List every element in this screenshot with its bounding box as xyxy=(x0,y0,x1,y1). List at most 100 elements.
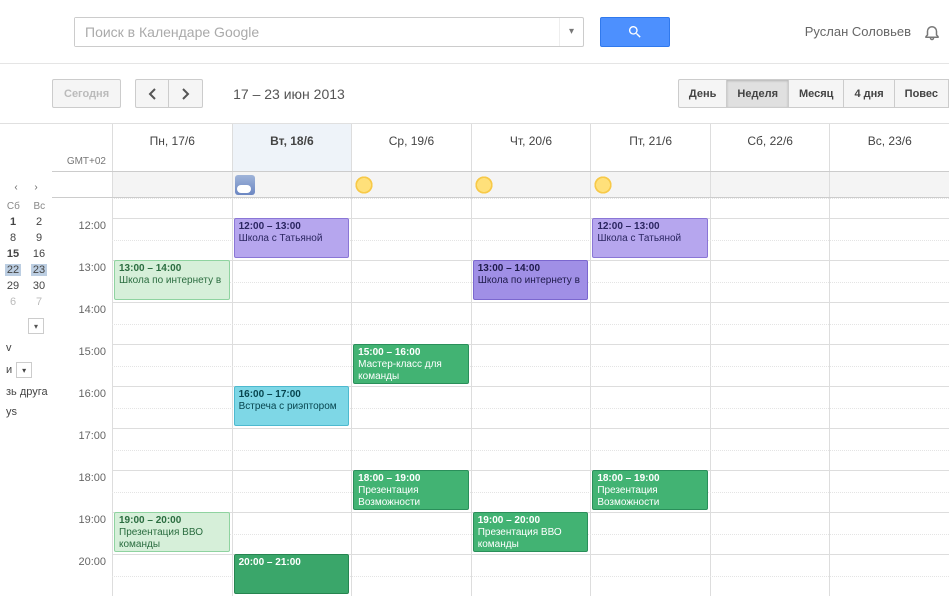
mini-cal-day[interactable]: 23 xyxy=(31,264,47,276)
mini-cal-day[interactable]: 29 xyxy=(5,280,21,292)
grid-cell[interactable] xyxy=(471,345,591,386)
grid-cell[interactable] xyxy=(112,471,232,512)
grid-cell[interactable] xyxy=(710,555,830,596)
grid-cell[interactable] xyxy=(710,198,830,218)
grid-cell[interactable] xyxy=(351,219,471,260)
grid-cell[interactable] xyxy=(829,219,949,260)
view-agenda[interactable]: Повес xyxy=(895,79,949,108)
grid-cell[interactable] xyxy=(351,261,471,302)
grid-cell[interactable] xyxy=(829,198,949,218)
allday-cell[interactable] xyxy=(471,172,591,197)
search-dropdown-toggle[interactable]: ▾ xyxy=(559,18,583,46)
prev-button[interactable] xyxy=(135,79,169,108)
mini-cal-day[interactable]: 1 xyxy=(5,216,21,228)
grid-cell[interactable] xyxy=(590,429,710,470)
side-item-2[interactable]: и xyxy=(6,364,12,376)
grid-cell[interactable] xyxy=(710,345,830,386)
calendar-event[interactable]: 12:00 – 13:00Школа с Татьяной xyxy=(234,218,350,258)
day-header-cell[interactable]: Ср, 19/6 xyxy=(351,124,471,171)
day-header-cell[interactable]: Вт, 18/6 xyxy=(232,124,352,171)
allday-cell[interactable] xyxy=(112,172,232,197)
side-item-1[interactable]: v xyxy=(6,342,12,354)
grid-cell[interactable] xyxy=(112,219,232,260)
mini-cal-day[interactable]: 7 xyxy=(31,296,47,308)
search-input[interactable] xyxy=(75,18,559,46)
calendar-event[interactable]: 19:00 – 20:00Презентация ВВО команды xyxy=(473,512,589,552)
grid-cell[interactable] xyxy=(232,303,352,344)
grid-cell[interactable] xyxy=(471,555,591,596)
grid-cell[interactable] xyxy=(232,471,352,512)
grid-cell[interactable] xyxy=(471,429,591,470)
grid-cell[interactable] xyxy=(351,513,471,554)
grid-cell[interactable] xyxy=(112,198,232,218)
grid-cell[interactable] xyxy=(351,198,471,218)
grid-cell[interactable] xyxy=(590,513,710,554)
next-button[interactable] xyxy=(169,79,203,108)
today-button[interactable]: Сегодня xyxy=(52,79,121,108)
grid-cell[interactable] xyxy=(112,345,232,386)
grid-cell[interactable] xyxy=(351,555,471,596)
allday-cell[interactable] xyxy=(232,172,352,197)
grid-cell[interactable] xyxy=(710,513,830,554)
allday-cell[interactable] xyxy=(829,172,949,197)
calendar-event[interactable]: 13:00 – 14:00Школа по интернету в xyxy=(473,260,589,300)
allday-cell[interactable] xyxy=(351,172,471,197)
calendar-event[interactable]: 13:00 – 14:00Школа по интернету в xyxy=(114,260,230,300)
side-item-3[interactable]: зь друга xyxy=(6,386,48,398)
grid-cell[interactable] xyxy=(829,261,949,302)
mini-cal-day[interactable]: 6 xyxy=(5,296,21,308)
grid-cell[interactable] xyxy=(112,555,232,596)
grid-cell[interactable] xyxy=(112,429,232,470)
grid-cell[interactable] xyxy=(232,198,352,218)
mini-cal-day[interactable]: 16 xyxy=(31,248,47,260)
grid-cell[interactable] xyxy=(829,387,949,428)
grid-cell[interactable] xyxy=(232,345,352,386)
search-box[interactable]: ▾ xyxy=(74,17,584,47)
calendar-list-dropdown[interactable]: ▾ xyxy=(28,318,44,334)
grid-cell[interactable] xyxy=(590,555,710,596)
grid-cell[interactable] xyxy=(590,198,710,218)
grid-cell[interactable] xyxy=(829,471,949,512)
mini-cal-day[interactable]: 9 xyxy=(31,232,47,244)
calendar-event[interactable]: 20:00 – 21:00 xyxy=(234,554,350,594)
calendar-event[interactable]: 18:00 – 19:00Презентация Возможности xyxy=(353,470,469,510)
day-header-cell[interactable]: Вс, 23/6 xyxy=(829,124,949,171)
day-header-cell[interactable]: Чт, 20/6 xyxy=(471,124,591,171)
grid-cell[interactable] xyxy=(232,261,352,302)
grid-cell[interactable] xyxy=(710,429,830,470)
grid-cell[interactable] xyxy=(112,303,232,344)
grid-cell[interactable] xyxy=(351,303,471,344)
grid-cell[interactable] xyxy=(471,198,591,218)
calendar-event[interactable]: 18:00 – 19:00Презентация Возможности xyxy=(592,470,708,510)
view-day[interactable]: День xyxy=(678,79,728,108)
mini-cal-next[interactable]: › xyxy=(34,182,37,193)
grid-cell[interactable] xyxy=(471,471,591,512)
mini-cal-prev[interactable]: ‹ xyxy=(14,182,17,193)
grid-cell[interactable] xyxy=(112,387,232,428)
grid-cell[interactable] xyxy=(590,387,710,428)
day-header-cell[interactable]: Пт, 21/6 xyxy=(590,124,710,171)
mini-cal-day[interactable]: 8 xyxy=(5,232,21,244)
mini-cal-day[interactable]: 2 xyxy=(31,216,47,228)
grid-cell[interactable] xyxy=(829,513,949,554)
calendar-event[interactable]: 15:00 – 16:00Мастер-класс для команды xyxy=(353,344,469,384)
grid-cell[interactable] xyxy=(710,261,830,302)
grid-cell[interactable] xyxy=(351,429,471,470)
search-button[interactable] xyxy=(600,17,670,47)
side-item-4[interactable]: ys xyxy=(6,406,17,418)
grid-cell[interactable] xyxy=(471,387,591,428)
view-week[interactable]: Неделя xyxy=(727,79,789,108)
allday-cell[interactable] xyxy=(710,172,830,197)
grid-cell[interactable] xyxy=(829,345,949,386)
grid-cell[interactable] xyxy=(829,303,949,344)
grid-cell[interactable] xyxy=(351,387,471,428)
day-header-cell[interactable]: Пн, 17/6 xyxy=(112,124,232,171)
grid-cell[interactable] xyxy=(829,555,949,596)
mini-cal-day[interactable]: 30 xyxy=(31,280,47,292)
grid-cell[interactable] xyxy=(829,429,949,470)
calendar-event[interactable]: 16:00 – 17:00Встреча с риэптором xyxy=(234,386,350,426)
calendar-event[interactable]: 19:00 – 20:00Презентация ВВО команды xyxy=(114,512,230,552)
view-month[interactable]: Месяц xyxy=(789,79,844,108)
grid-cell[interactable] xyxy=(590,261,710,302)
grid-cell[interactable] xyxy=(232,513,352,554)
